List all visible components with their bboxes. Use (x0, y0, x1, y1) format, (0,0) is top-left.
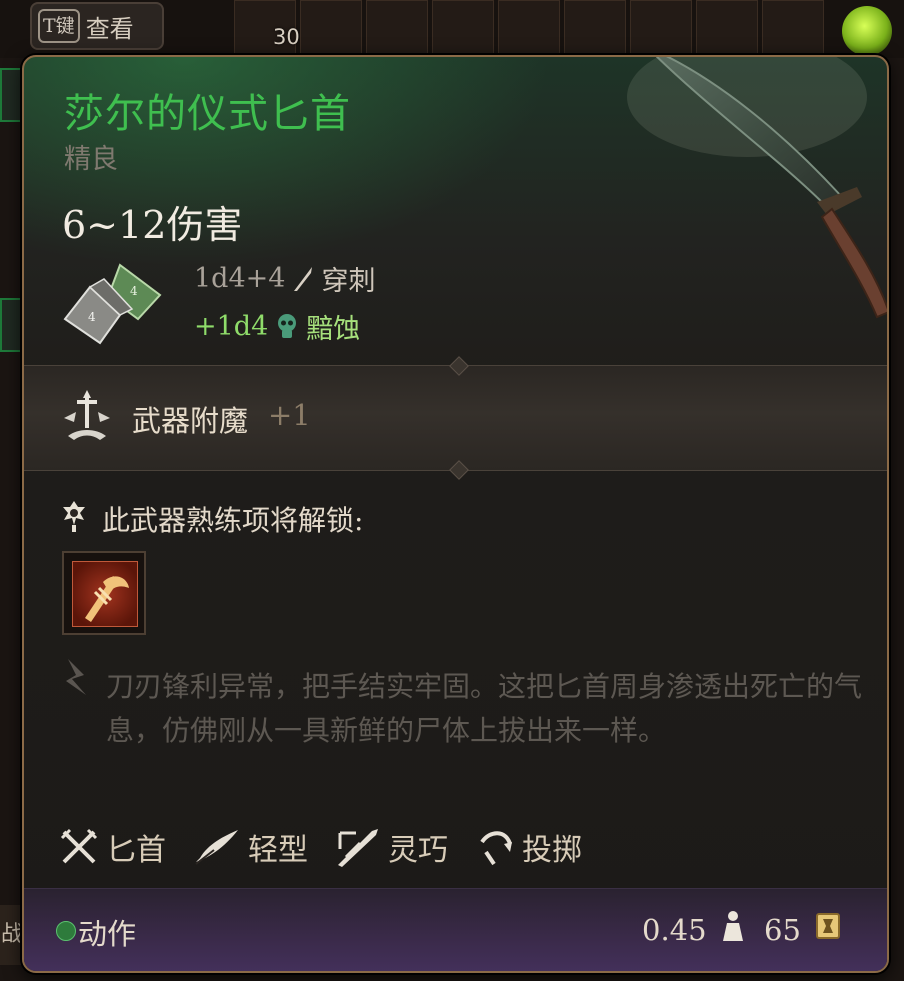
finesse-icon (338, 829, 378, 867)
damage-type-extra: 黯蚀 (306, 314, 361, 345)
tooltip-footer: 动作 0.45 65 (24, 888, 887, 971)
inventory-slot[interactable] (498, 0, 560, 54)
gold-coin-icon (816, 913, 840, 939)
inventory-slot[interactable] (0, 298, 24, 352)
inventory-slot[interactable] (630, 0, 692, 54)
weapon-properties: 匕首 轻型 灵巧 投掷 (60, 825, 610, 869)
damage-dice-base: 1d4+4 (194, 263, 286, 294)
property-label: 轻型 (248, 833, 308, 868)
proficiency-action-slot[interactable] (62, 551, 146, 635)
inventory-slot[interactable] (0, 68, 24, 122)
inventory-slot[interactable] (564, 0, 626, 54)
damage-total: 6~12伤害 (62, 203, 243, 247)
svg-text:4: 4 (130, 284, 138, 298)
property-label: 匕首 (106, 833, 166, 868)
inventory-slot[interactable] (432, 0, 494, 54)
item-tooltip: 莎尔的仪式匕首 精良 6~12伤害 4 4 1d4+4 穿刺 +1d4 黯蚀 武… (22, 55, 889, 973)
dagger-crossed-icon (60, 828, 98, 864)
damage-dice-extra: +1d4 (194, 311, 269, 342)
action-cost-label: 动作 (78, 917, 137, 951)
item-rarity: 精良 (64, 144, 118, 175)
damage-line-base: 1d4+4 穿刺 (194, 259, 375, 298)
inventory-slot[interactable] (366, 0, 428, 54)
item-description: 刀刃锋利异常，把手结实牢固。这把匕首周身渗透出死亡的气息，仿佛刚从一具新鲜的尸体… (106, 670, 863, 747)
property-thrown: 投掷 (476, 825, 582, 869)
feather-icon (195, 830, 238, 865)
left-edge-tab[interactable]: 战 (0, 905, 24, 965)
svg-text:4: 4 (88, 310, 96, 324)
item-weight: 0.45 (642, 913, 707, 947)
inspect-label: 查看 (85, 14, 134, 43)
enchantment-section: 武器附魔 +1 (24, 356, 887, 480)
inventory-top-bar: T键 查看 30 (0, 0, 904, 58)
thrown-icon (480, 831, 512, 866)
weapon-enchant-icon (64, 390, 110, 440)
necrotic-skull-icon (278, 313, 297, 338)
inspect-key-cap: T键 (38, 9, 80, 43)
item-name: 莎尔的仪式匕首 (64, 91, 351, 137)
divider-notch (449, 460, 469, 480)
weight-icon (723, 911, 743, 941)
property-finesse: 灵巧 (336, 825, 448, 869)
proficiency-icon (63, 501, 85, 532)
property-label: 灵巧 (388, 833, 448, 868)
inventory-slot[interactable]: 30 (234, 0, 300, 54)
damage-type-base: 穿刺 (321, 266, 376, 297)
enchantment-bonus: +1 (268, 398, 311, 432)
quote-icon (66, 659, 86, 695)
piercing-icon (294, 266, 313, 291)
inventory-slot[interactable] (696, 0, 758, 54)
dice-icon: 4 4 (63, 263, 162, 345)
proficiency-unlock-text: 此武器熟练项将解锁: (102, 504, 364, 537)
property-dagger: 匕首 (60, 825, 166, 869)
green-orb-icon[interactable] (842, 6, 892, 56)
dagger-illustration (627, 57, 887, 319)
item-value: 65 (764, 913, 801, 947)
enchantment-label: 武器附魔 (132, 404, 249, 438)
action-resource-icon (56, 921, 76, 941)
property-label: 投掷 (522, 833, 582, 868)
inspect-button[interactable]: T键 查看 (30, 2, 164, 50)
damage-line-extra: +1d4 黯蚀 (194, 307, 360, 346)
inventory-slot[interactable] (762, 0, 824, 54)
divider-notch (449, 356, 469, 376)
property-light: 轻型 (194, 825, 308, 869)
left-inventory-edge (0, 58, 24, 981)
inventory-slot[interactable] (300, 0, 362, 54)
proficiency-action-icon (72, 561, 138, 627)
stack-count: 30 (273, 25, 300, 49)
